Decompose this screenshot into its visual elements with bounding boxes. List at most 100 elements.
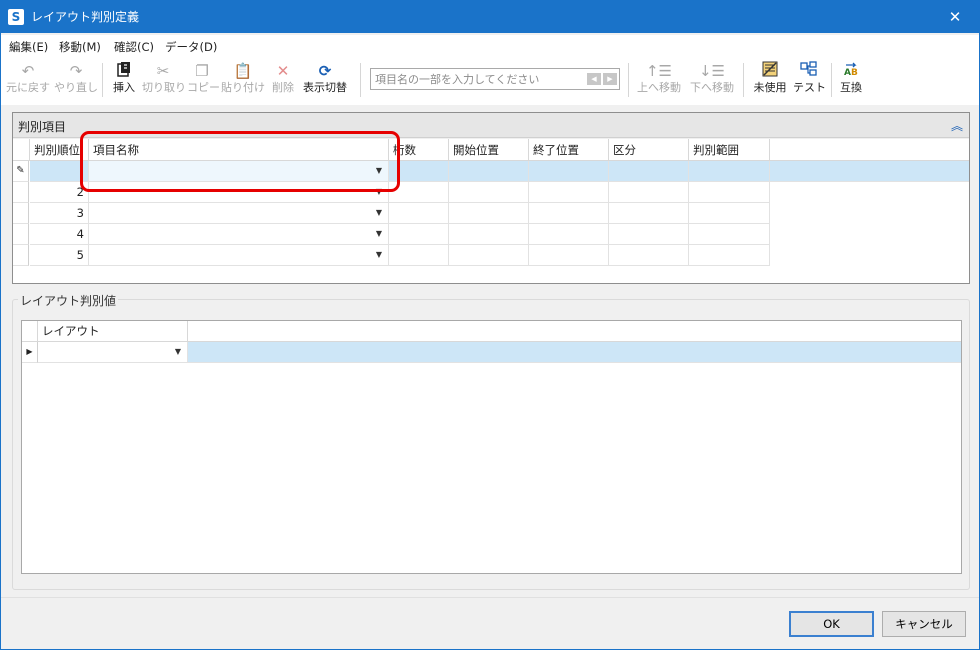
move-up-button[interactable]: ↑☰ 上へ移動 bbox=[635, 61, 683, 101]
column-header-range[interactable]: 判別範囲 bbox=[689, 139, 770, 161]
app-logo-icon: S bbox=[8, 9, 24, 25]
cell-digits[interactable] bbox=[389, 224, 449, 245]
svg-text:A: A bbox=[844, 68, 851, 77]
dialog-footer: OK キャンセル bbox=[1, 597, 979, 649]
cell-category[interactable] bbox=[609, 182, 689, 203]
cell-range[interactable] bbox=[689, 224, 770, 245]
cell-end-position[interactable] bbox=[529, 203, 609, 224]
cell-digits[interactable] bbox=[389, 203, 449, 224]
layout-values-grid: レイアウト ▶ ▼ bbox=[21, 320, 962, 574]
cell-order[interactable]: 3 bbox=[30, 203, 89, 224]
row-header-editing[interactable]: ✎ bbox=[13, 161, 29, 182]
row-header[interactable] bbox=[13, 245, 29, 266]
search-prev-icon[interactable]: ◀ bbox=[587, 73, 601, 85]
search-next-icon[interactable]: ▶ bbox=[603, 73, 617, 85]
column-header-filler bbox=[770, 139, 969, 161]
cell-range[interactable] bbox=[689, 182, 770, 203]
row-header-current[interactable]: ▶ bbox=[22, 342, 38, 363]
cell-category[interactable] bbox=[609, 161, 689, 182]
cell-range[interactable] bbox=[689, 203, 770, 224]
column-header-category[interactable]: 区分 bbox=[609, 139, 689, 161]
move-down-button[interactable]: ↓☰ 下へ移動 bbox=[687, 61, 737, 101]
dropdown-arrow-icon[interactable]: ▼ bbox=[376, 224, 382, 244]
item-name-combobox[interactable]: ▼ bbox=[89, 203, 389, 224]
item-name-search-input[interactable] bbox=[375, 71, 583, 87]
cell-end-position[interactable] bbox=[529, 182, 609, 203]
item-name-combobox[interactable]: ▼ bbox=[89, 224, 389, 245]
undo-icon: ↶ bbox=[21, 62, 35, 80]
cell-category[interactable] bbox=[609, 245, 689, 266]
group-title: レイアウト判別値 bbox=[18, 292, 119, 309]
swap-icon: AB bbox=[837, 61, 865, 81]
copy-icon: ❐ bbox=[195, 62, 209, 80]
cell-range[interactable] bbox=[689, 161, 770, 182]
toolbar-separator bbox=[831, 63, 832, 97]
cell-category[interactable] bbox=[609, 224, 689, 245]
cut-button[interactable]: ✂ 切り取り bbox=[142, 61, 186, 101]
item-name-combobox[interactable]: ▼ bbox=[89, 245, 389, 266]
cancel-button[interactable]: キャンセル bbox=[882, 611, 966, 637]
column-header-layout[interactable]: レイアウト bbox=[38, 321, 188, 342]
test-icon bbox=[793, 61, 825, 81]
delete-x-icon: ✕ bbox=[276, 62, 290, 80]
dialog-window: S レイアウト判別定義 ✕ 編集(E) 移動(M) 確認(C) データ(D) ↶… bbox=[0, 0, 980, 650]
menu-bar: 編集(E) 移動(M) 確認(C) データ(D) bbox=[1, 35, 979, 57]
menu-confirm[interactable]: 確認(C) bbox=[114, 39, 154, 55]
panel-title: 判別項目 bbox=[18, 120, 67, 134]
row-header-corner bbox=[22, 321, 38, 342]
delete-button[interactable]: ✕ 削除 bbox=[269, 61, 297, 101]
title-bar: S レイアウト判別定義 ✕ bbox=[1, 1, 979, 33]
toolbar-separator bbox=[360, 63, 361, 97]
column-header-end-position[interactable]: 終了位置 bbox=[529, 139, 609, 161]
redo-icon: ↷ bbox=[69, 62, 83, 80]
test-button[interactable]: テスト bbox=[793, 61, 826, 101]
dropdown-arrow-icon[interactable]: ▼ bbox=[175, 342, 181, 362]
redo-button[interactable]: ↷ やり直し bbox=[54, 61, 98, 101]
collapse-chevron-icon[interactable]: ︽ bbox=[951, 117, 963, 134]
toolbar: ↶ 元に戻す ↷ やり直し 挿入 ✂ 切り取り ❐ コピー 📋 貼り付け ✕ 削… bbox=[1, 57, 979, 105]
cell-order[interactable]: 5 bbox=[30, 245, 89, 266]
toggle-display-button[interactable]: ⟳ 表示切替 bbox=[300, 61, 350, 101]
toolbar-separator bbox=[628, 63, 629, 97]
insert-button[interactable]: 挿入 bbox=[109, 61, 139, 101]
cell-filler bbox=[188, 342, 961, 363]
cell-range[interactable] bbox=[689, 245, 770, 266]
cell-end-position[interactable] bbox=[529, 224, 609, 245]
row-header[interactable] bbox=[13, 182, 29, 203]
row-header[interactable] bbox=[13, 203, 29, 224]
svg-text:B: B bbox=[851, 68, 858, 77]
undo-button[interactable]: ↶ 元に戻す bbox=[5, 61, 51, 101]
column-header-start-position[interactable]: 開始位置 bbox=[449, 139, 529, 161]
cell-start-position[interactable] bbox=[449, 245, 529, 266]
pencil-icon: ✎ bbox=[16, 165, 25, 176]
ok-button[interactable]: OK bbox=[789, 611, 874, 637]
cell-category[interactable] bbox=[609, 203, 689, 224]
cell-start-position[interactable] bbox=[449, 161, 529, 182]
copy-button[interactable]: ❐ コピー bbox=[187, 61, 220, 101]
menu-edit[interactable]: 編集(E) bbox=[9, 39, 48, 55]
toolbar-separator bbox=[743, 63, 744, 97]
cell-end-position[interactable] bbox=[529, 245, 609, 266]
cell-order[interactable]: 4 bbox=[30, 224, 89, 245]
dropdown-arrow-icon[interactable]: ▼ bbox=[376, 245, 382, 265]
layout-values-group: レイアウト判別値 レイアウト ▶ ▼ bbox=[12, 292, 970, 590]
menu-data[interactable]: データ(D) bbox=[165, 39, 217, 55]
row-header[interactable] bbox=[13, 224, 29, 245]
clipboard-icon: 📋 bbox=[233, 62, 253, 80]
unused-icon bbox=[750, 61, 790, 81]
cell-start-position[interactable] bbox=[449, 224, 529, 245]
cell-start-position[interactable] bbox=[449, 203, 529, 224]
cell-digits[interactable] bbox=[389, 245, 449, 266]
column-header-filler bbox=[188, 321, 961, 342]
insert-icon bbox=[109, 61, 139, 81]
swap-button[interactable]: AB 互換 bbox=[837, 61, 865, 101]
close-icon[interactable]: ✕ bbox=[935, 3, 975, 31]
menu-move[interactable]: 移動(M) bbox=[59, 39, 101, 55]
move-up-icon: ↑☰ bbox=[645, 62, 672, 80]
paste-button[interactable]: 📋 貼り付け bbox=[220, 61, 266, 101]
cell-start-position[interactable] bbox=[449, 182, 529, 203]
layout-combobox[interactable]: ▼ bbox=[38, 342, 188, 363]
cell-end-position[interactable] bbox=[529, 161, 609, 182]
dropdown-arrow-icon[interactable]: ▼ bbox=[376, 203, 382, 223]
unused-button[interactable]: 未使用 bbox=[750, 61, 790, 101]
